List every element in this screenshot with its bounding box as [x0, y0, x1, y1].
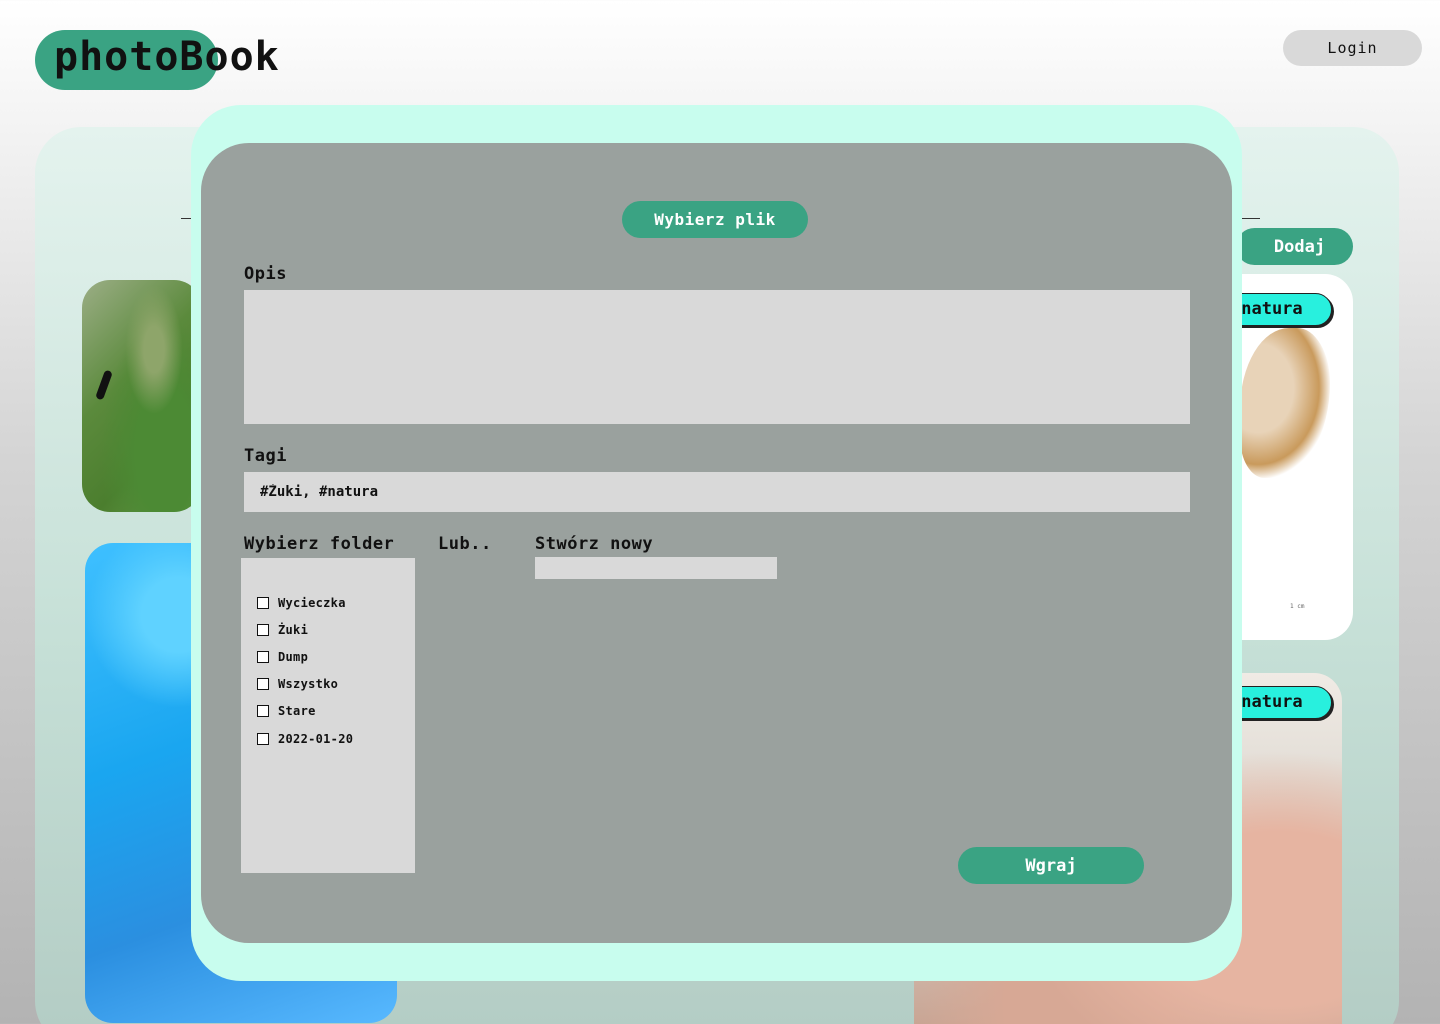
logo[interactable]: photoBook — [54, 34, 280, 80]
description-field[interactable] — [244, 290, 1190, 424]
create-new-label: Stwórz nowy — [535, 534, 654, 554]
choose-file-button[interactable]: Wybierz plik — [622, 201, 808, 238]
or-label: Lub.. — [438, 534, 492, 554]
folder-checkbox[interactable] — [257, 732, 269, 745]
folder-label: Żuki — [278, 622, 309, 637]
folder-item[interactable]: Dump — [241, 643, 415, 670]
tags-field[interactable] — [244, 472, 1190, 512]
folder-item[interactable]: Wszystko — [241, 671, 415, 698]
add-button[interactable]: Dodaj — [1236, 228, 1353, 265]
tags-label: Tagi — [244, 446, 287, 466]
divider — [1242, 218, 1260, 219]
upload-button[interactable]: Wgraj — [958, 847, 1144, 884]
folder-label: Stare — [278, 704, 316, 719]
description-label: Opis — [244, 264, 287, 284]
folder-item[interactable]: Żuki — [241, 616, 415, 643]
folder-checkbox[interactable] — [257, 596, 269, 609]
divider — [181, 218, 191, 219]
new-folder-field[interactable] — [535, 557, 777, 579]
choose-folder-label: Wybierz folder — [244, 534, 395, 554]
folder-label: Wycieczka — [278, 595, 346, 610]
folder-checkbox[interactable] — [257, 678, 269, 691]
folder-label: Dump — [278, 649, 309, 664]
folder-list: Wycieczka Żuki Dump Wszystko Stare 2022-… — [241, 558, 415, 873]
folder-checkbox[interactable] — [257, 705, 269, 718]
folder-item[interactable]: Wycieczka — [241, 589, 415, 616]
folder-checkbox[interactable] — [257, 623, 269, 636]
folder-label: 2022-01-20 — [278, 731, 354, 746]
folder-item[interactable]: 2022-01-20 — [241, 725, 415, 752]
folder-label: Wszystko — [278, 677, 339, 692]
scale-label: 1 cm — [1290, 603, 1305, 610]
folder-checkbox[interactable] — [257, 650, 269, 663]
folder-item[interactable]: Stare — [241, 698, 415, 725]
login-button[interactable]: Login — [1283, 30, 1422, 66]
